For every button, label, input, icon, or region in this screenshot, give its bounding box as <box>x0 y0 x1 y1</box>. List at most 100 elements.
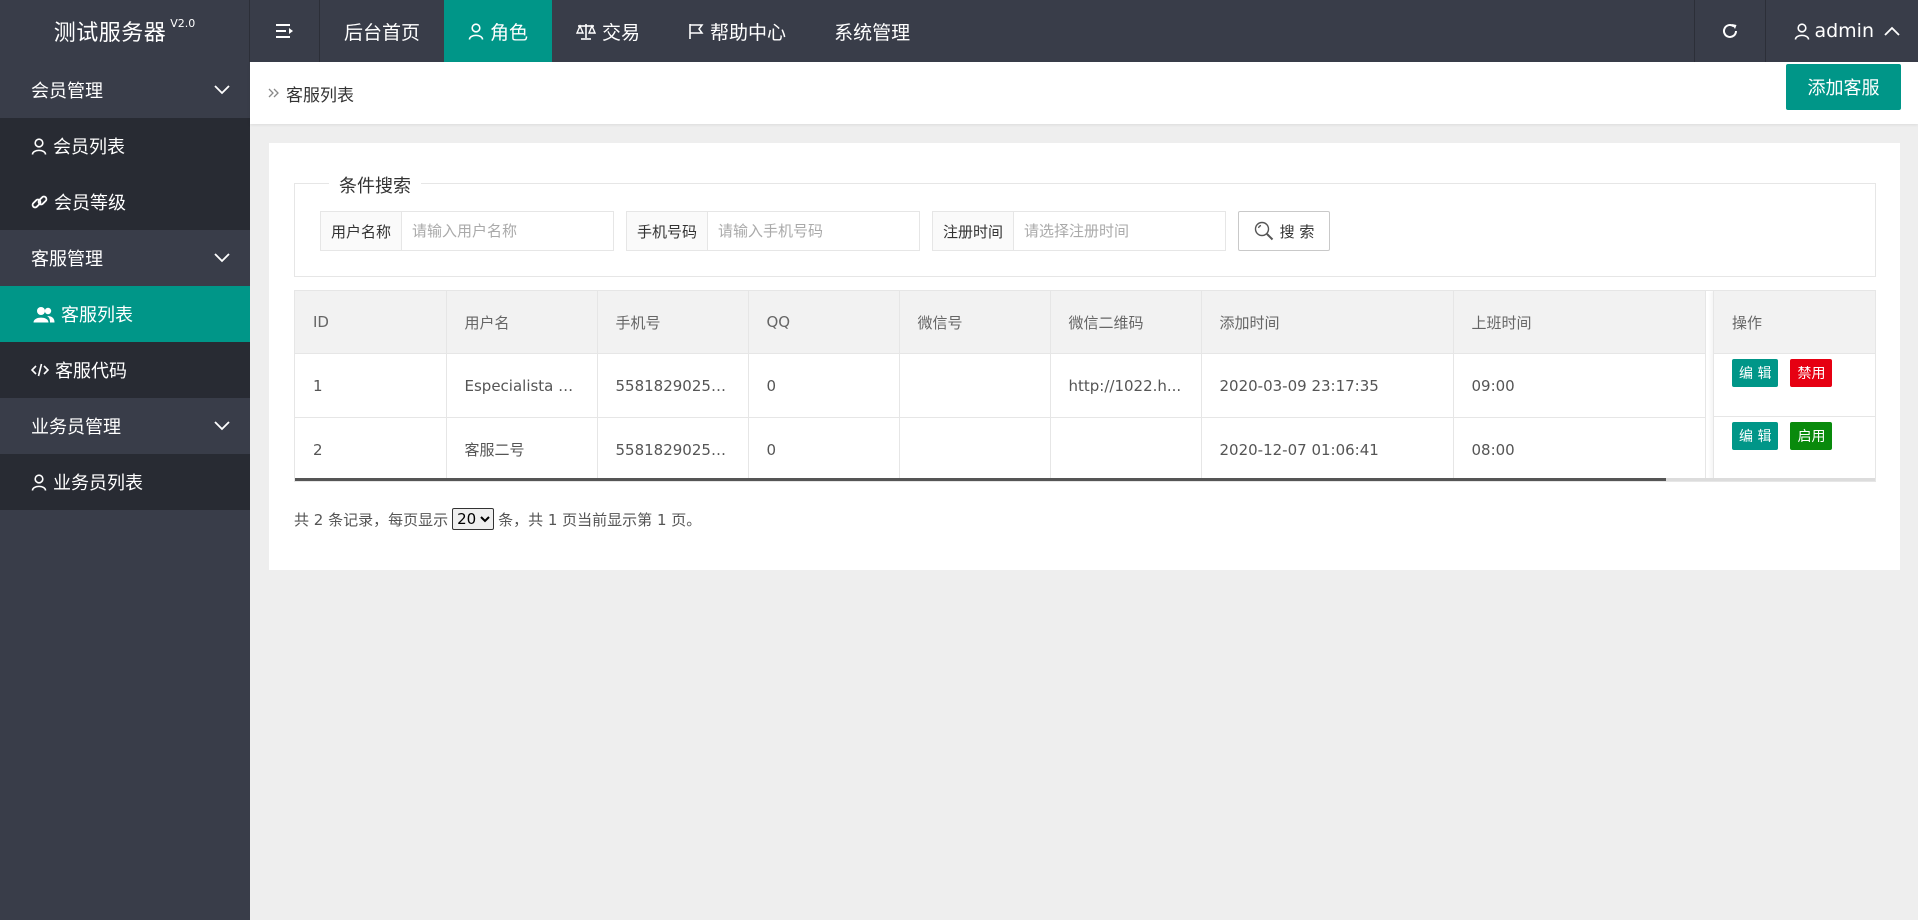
nav-label: 后台首页 <box>344 21 421 44</box>
pager-prefix: 共 2 条记录，每页显示 <box>294 510 449 529</box>
user-icon <box>31 137 47 155</box>
sidebar-item-support-list[interactable]: 客服列表 <box>0 286 250 342</box>
sidebar-sublist: 业务员列表 <box>0 454 250 510</box>
sidebar-item-support-code[interactable]: 客服代码 <box>0 342 250 398</box>
sidebar-group-support[interactable]: 客服管理 <box>0 230 250 286</box>
actions-cell: 编 辑 启用 <box>1714 417 1875 480</box>
username-field: 用户名称 <box>320 211 614 251</box>
page-size-select[interactable]: 20 <box>452 508 495 530</box>
data-table: ID 用户名 手机号 QQ 微信号 微信二维码 添加时间 上班时间 1 Espe… <box>295 291 1706 481</box>
username-input[interactable] <box>402 212 613 250</box>
cell-qrcode: http://1022.h... <box>1050 353 1202 418</box>
nav-item-system[interactable]: 系统管理 <box>810 0 934 62</box>
sidebar-item-label: 业务员列表 <box>53 473 143 494</box>
search-button[interactable]: 搜 索 <box>1238 211 1330 251</box>
sidebar-item-salesman-list[interactable]: 业务员列表 <box>0 454 250 510</box>
cell-qq: 0 <box>748 417 900 481</box>
phone-field: 手机号码 <box>626 211 920 251</box>
user-menu[interactable]: admin <box>1765 0 1918 62</box>
breadcrumb-current[interactable]: 客服列表 <box>286 81 354 106</box>
column-header[interactable]: 微信号 <box>899 291 1051 354</box>
sidebar-group-label: 客服管理 <box>31 249 103 270</box>
cell-id: 2 <box>295 417 447 481</box>
cell-added-time: 2020-03-09 23:17:35 <box>1201 353 1454 418</box>
phone-field-label: 手机号码 <box>627 212 708 250</box>
edit-button[interactable]: 编 辑 <box>1732 422 1779 450</box>
nav-item-roles[interactable]: 角色 <box>444 0 553 62</box>
nav-item-help[interactable]: 帮助中心 <box>664 0 810 62</box>
table-row: 2 客服二号 558182902578 0 2020-12-07 01:06:4… <box>295 417 1706 481</box>
refresh-icon <box>1721 22 1739 40</box>
menu-collapse-icon <box>275 23 294 39</box>
double-chevron-right-icon <box>268 87 280 99</box>
nav-item-home[interactable]: 后台首页 <box>320 0 444 62</box>
column-header[interactable]: 上班时间 <box>1453 291 1706 354</box>
pagination: 共 2 条记录，每页显示 20 条，共 1 页当前显示第 1 页。 <box>294 508 701 530</box>
column-header[interactable]: 添加时间 <box>1201 291 1454 354</box>
user-icon <box>468 22 484 40</box>
column-header[interactable]: ID <box>295 291 447 354</box>
sidebar-item-label: 客服列表 <box>61 305 133 326</box>
cell-phone: 558182902578 <box>597 353 749 418</box>
breadcrumb-bar: 客服列表 添加客服 <box>250 62 1918 124</box>
register-time-field: 注册时间 <box>932 211 1226 251</box>
enable-button[interactable]: 启用 <box>1790 422 1833 450</box>
disable-button[interactable]: 禁用 <box>1790 359 1833 387</box>
search-button-label: 搜 索 <box>1279 222 1315 241</box>
content-card: 条件搜索 用户名称 手机号码 注册时间 搜 索 <box>269 143 1900 570</box>
chevron-up-icon <box>1884 26 1900 36</box>
sidebar-sublist: 客服列表 客服代码 <box>0 286 250 398</box>
cell-added-time: 2020-12-07 01:06:41 <box>1201 417 1454 481</box>
sidebar-item-member-list[interactable]: 会员列表 <box>0 118 250 174</box>
nav-item-trade[interactable]: 交易 <box>552 0 664 62</box>
column-header[interactable]: 用户名 <box>446 291 598 354</box>
nav-label: 角色 <box>490 21 529 44</box>
cell-wechat <box>899 417 1051 481</box>
link-icon <box>31 194 48 211</box>
sidebar-group-label: 业务员管理 <box>31 417 121 438</box>
username: admin <box>1814 20 1874 42</box>
column-header[interactable]: 微信二维码 <box>1050 291 1202 354</box>
breadcrumb: 客服列表 <box>268 62 354 124</box>
cell-qrcode <box>1050 417 1202 481</box>
menu-toggle-button[interactable] <box>250 0 320 62</box>
chevron-down-icon <box>214 253 230 263</box>
add-support-button[interactable]: 添加客服 <box>1786 64 1901 110</box>
users-icon <box>33 306 55 323</box>
flag-icon <box>688 23 704 40</box>
app-version: V2.0 <box>170 16 196 30</box>
edit-button[interactable]: 编 辑 <box>1732 359 1779 387</box>
nav-label: 交易 <box>602 21 641 44</box>
sidebar-item-label: 客服代码 <box>55 361 127 382</box>
support-table: ID 用户名 手机号 QQ 微信号 微信二维码 添加时间 上班时间 1 Espe… <box>294 290 1876 482</box>
sidebar-item-label: 会员等级 <box>54 193 126 214</box>
top-nav: 后台首页 角色 交易 帮助中心 系统管理 <box>320 0 934 62</box>
cell-username: 客服二号 <box>446 417 598 481</box>
sidebar-group-members[interactable]: 会员管理 <box>0 62 250 118</box>
column-header-actions: 操作 <box>1714 291 1875 354</box>
search-fieldset: 条件搜索 用户名称 手机号码 注册时间 搜 索 <box>294 172 1876 277</box>
refresh-button[interactable] <box>1694 0 1765 62</box>
app-logo[interactable]: 测试服务器 V2.0 <box>0 0 250 62</box>
register-time-field-label: 注册时间 <box>933 212 1014 250</box>
username-field-label: 用户名称 <box>321 212 402 250</box>
sidebar-item-member-level[interactable]: 会员等级 <box>0 174 250 230</box>
cell-wechat <box>899 353 1051 418</box>
register-time-input[interactable] <box>1014 212 1225 250</box>
sidebar-sublist: 会员列表 会员等级 <box>0 118 250 230</box>
table-row: 1 Especialista e... 558182902578 0 http:… <box>295 353 1706 418</box>
top-header: 测试服务器 V2.0 后台首页 角色 交易 帮助中心 系统管理 admin <box>0 0 1918 62</box>
column-header[interactable]: 手机号 <box>597 291 749 354</box>
cell-phone: 558182902578 <box>597 417 749 481</box>
phone-input[interactable] <box>708 212 919 250</box>
cell-shift-time: 08:00 <box>1453 417 1706 481</box>
horizontal-scrollbar[interactable] <box>295 478 1666 481</box>
column-header[interactable]: QQ <box>748 291 900 354</box>
actions-column: 操作 编 辑 禁用 编 辑 启用 <box>1713 291 1875 481</box>
nav-label: 帮助中心 <box>710 21 787 44</box>
sidebar-group-salesmen[interactable]: 业务员管理 <box>0 398 250 454</box>
nav-label: 系统管理 <box>834 21 911 44</box>
table-header-row: ID 用户名 手机号 QQ 微信号 微信二维码 添加时间 上班时间 <box>295 291 1706 354</box>
pager-suffix: 条，共 1 页当前显示第 1 页。 <box>498 510 702 529</box>
search-row: 用户名称 手机号码 注册时间 搜 索 <box>320 211 1330 251</box>
